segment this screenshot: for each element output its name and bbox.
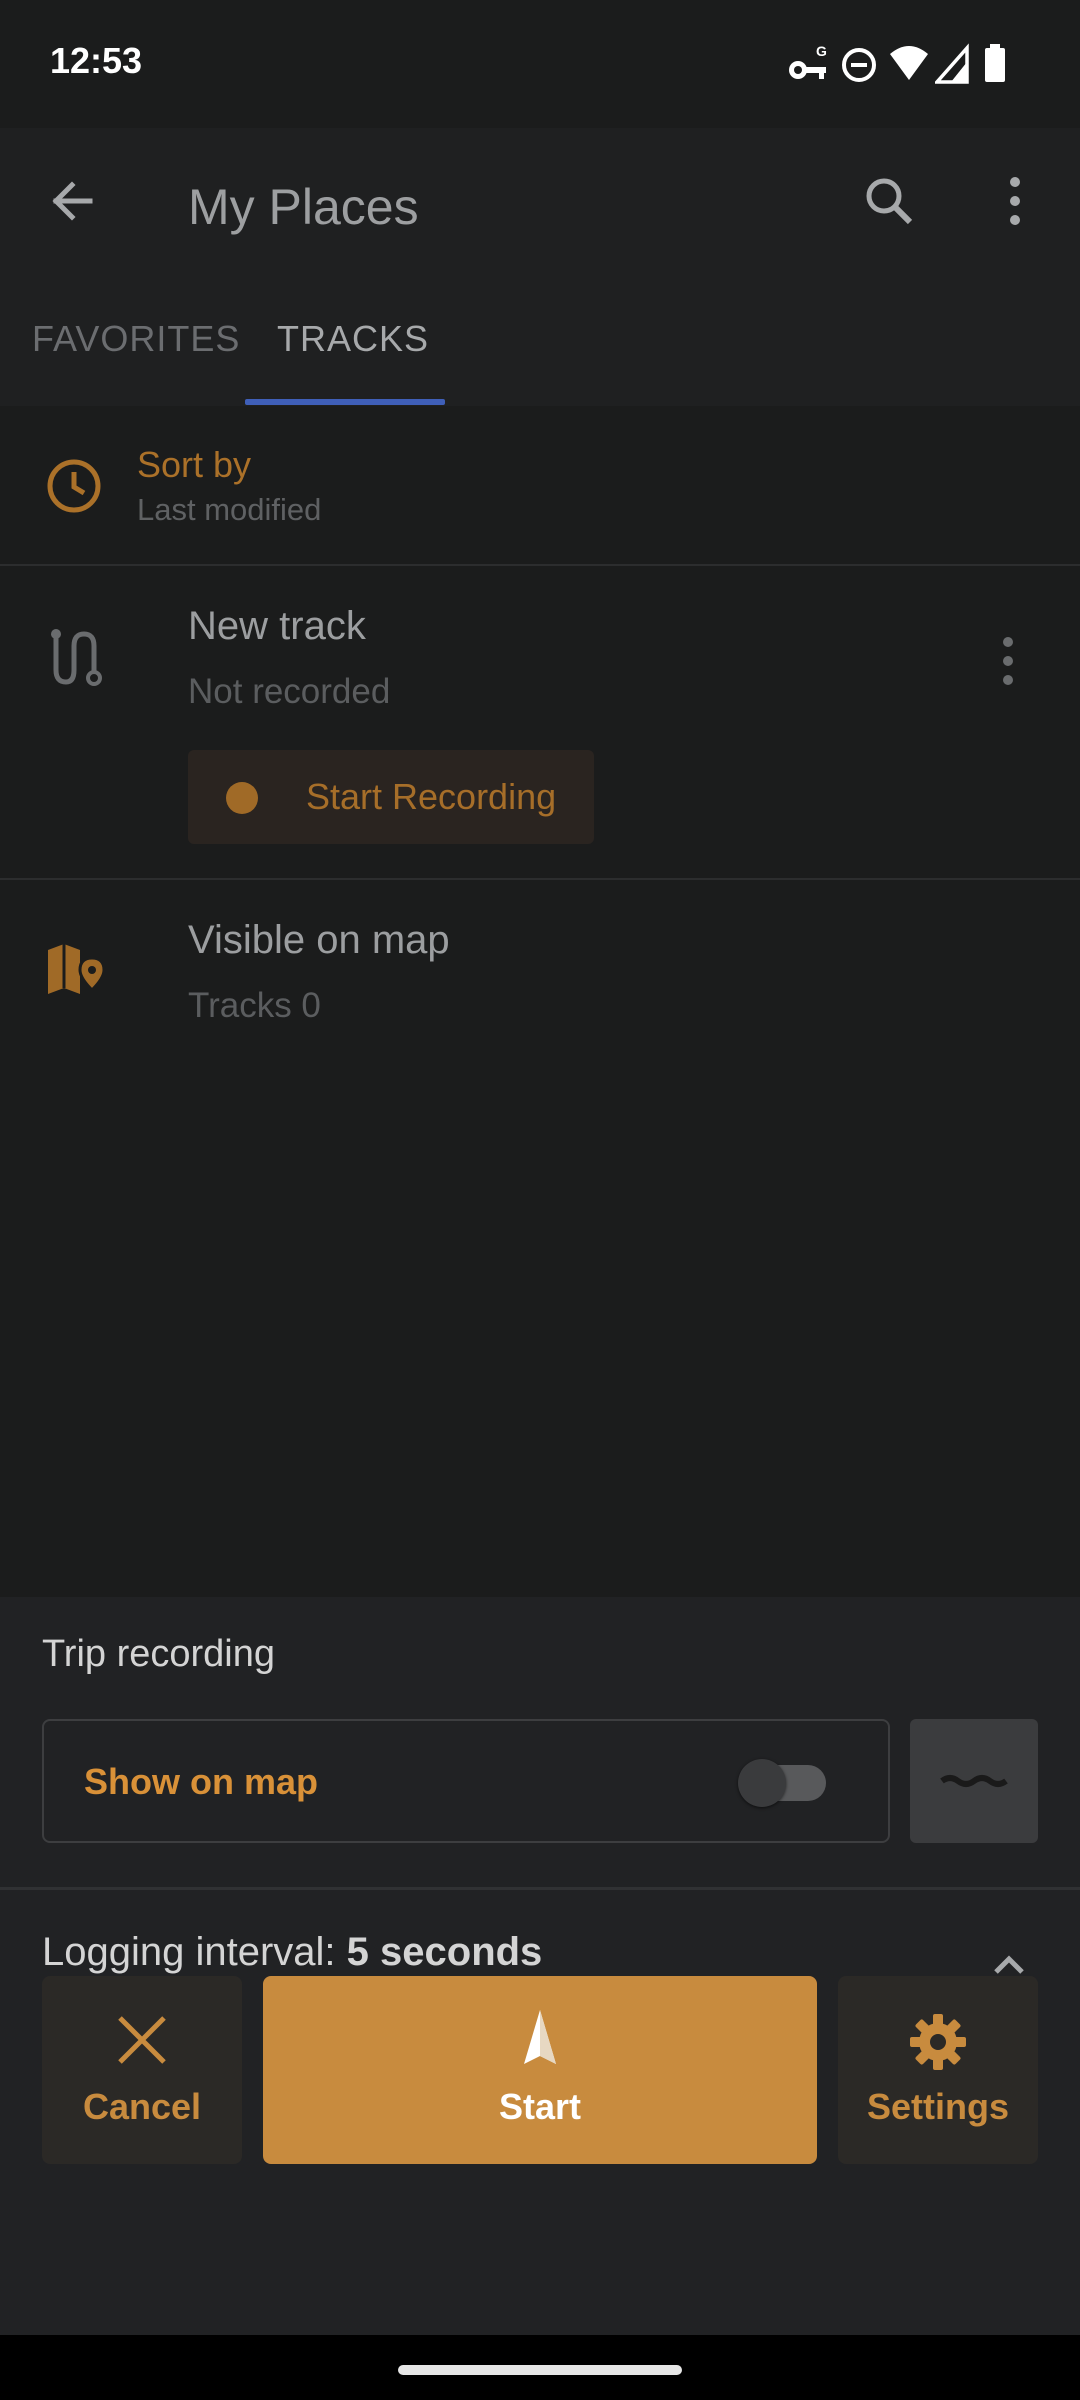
record-dot-icon: [226, 782, 258, 814]
tab-favorites[interactable]: FAVORITES: [32, 318, 240, 360]
sheet-title: Trip recording: [42, 1633, 276, 1675]
logging-interval-label: Logging interval:: [42, 1930, 347, 1974]
visible-title: Visible on map: [188, 918, 450, 962]
arrow-back-icon[interactable]: [40, 168, 106, 234]
track-status: Not recorded: [188, 672, 391, 711]
vpn-key-icon: G: [789, 43, 827, 79]
page-title: My Places: [188, 179, 419, 235]
status-time: 12:53: [50, 40, 143, 81]
show-on-map-label: Show on map: [84, 1761, 318, 1802]
switch-knob: [738, 1759, 786, 1807]
home-handle[interactable]: [398, 2365, 682, 2375]
svg-text:G: G: [816, 43, 827, 59]
tab-indicator: [245, 399, 445, 405]
wifi-icon: [890, 46, 928, 80]
sort-by-label: Sort by: [137, 444, 252, 485]
do-not-disturb-icon: [842, 48, 876, 82]
logging-interval-text: Logging interval: 5 seconds: [42, 1930, 542, 1975]
clock-icon: [47, 459, 101, 513]
start-recording-button[interactable]: Start Recording: [188, 750, 594, 844]
route-icon: [51, 629, 102, 686]
visible-on-map-row[interactable]: Visible on map Tracks 0: [0, 880, 1080, 1080]
show-on-map-switch[interactable]: [738, 1759, 826, 1807]
sort-by-value: Last modified: [137, 492, 322, 527]
status-bar: 12:53 G: [0, 0, 1080, 128]
trip-recording-sheet: Trip recording Show on map Logging inter…: [0, 1597, 1080, 2335]
start-recording-label: Start Recording: [306, 776, 557, 817]
system-nav-bar: [0, 2335, 1080, 2400]
track-line-icon: [940, 1775, 1008, 1787]
track-more-icon[interactable]: [978, 628, 1038, 694]
new-track-row[interactable]: New track Not recorded Start Recording: [0, 566, 1080, 880]
show-on-map-toggle-row[interactable]: Show on map: [42, 1719, 890, 1843]
navigation-arrow-icon: [524, 2010, 556, 2064]
start-button[interactable]: Start: [263, 1976, 817, 2164]
close-icon: [118, 2016, 166, 2064]
search-icon[interactable]: [856, 168, 922, 234]
logging-interval-value: 5 seconds: [346, 1930, 543, 1974]
app-bar: My Places FAVORITES TRACKS: [0, 128, 1080, 406]
settings-button[interactable]: Settings: [838, 1976, 1038, 2164]
visible-count: Tracks 0: [188, 986, 321, 1025]
more-vertical-icon[interactable]: [985, 168, 1045, 234]
cancel-button[interactable]: Cancel: [42, 1976, 242, 2164]
map-pin-icon: [48, 944, 106, 994]
track-title: New track: [188, 604, 366, 648]
gear-icon: [910, 2014, 966, 2070]
cell-signal-icon: [935, 43, 969, 84]
track-appearance-button[interactable]: [910, 1719, 1038, 1843]
tab-tracks[interactable]: TRACKS: [277, 318, 429, 360]
settings-label: Settings: [866, 2086, 1009, 2127]
start-label: Start: [498, 2086, 582, 2127]
sort-by-row[interactable]: Sort by Last modified: [0, 406, 1080, 566]
battery-icon: [985, 44, 1005, 82]
cancel-label: Cancel: [82, 2086, 202, 2127]
